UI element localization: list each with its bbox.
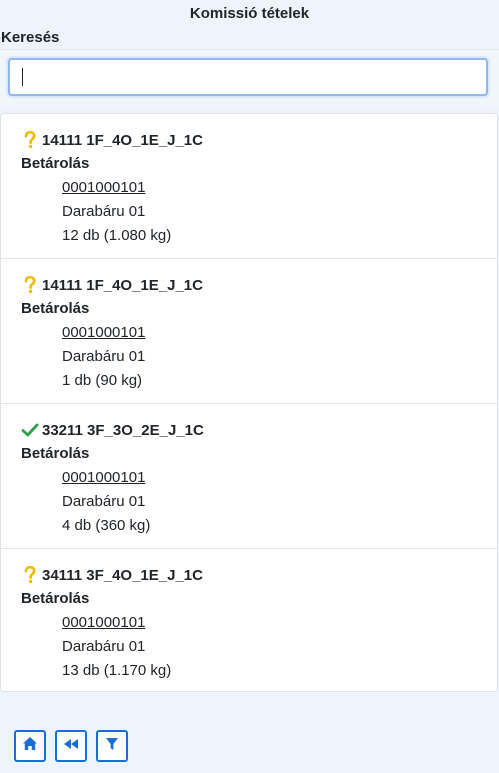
item-ref-link[interactable]: 0001000101 [62,469,145,486]
filter-icon [105,737,119,756]
item-code: 33211 3F_3O_2E_J_1C [42,421,204,439]
list-item[interactable]: 34111 3F_4O_1E_J_1C Betárolás 0001000101… [1,549,497,694]
item-quantity: 13 db (1.170 kg) [62,662,172,679]
item-code: 34111 3F_4O_1E_J_1C [42,566,203,584]
item-header: 14111 1F_4O_1E_J_1C [21,128,477,152]
question-icon [21,130,39,150]
page-title: Komissió tételek [189,5,310,22]
item-ref-link[interactable]: 0001000101 [62,179,145,196]
list-item[interactable]: 33211 3F_3O_2E_J_1C Betárolás 0001000101… [1,404,497,549]
bottom-toolbar [14,730,128,762]
item-ref-link[interactable]: 0001000101 [62,324,145,341]
search-label: Keresés [1,29,60,46]
home-icon [22,736,38,756]
list-item[interactable]: 14111 1F_4O_1E_J_1C Betárolás 0001000101… [1,259,497,404]
search-bar [0,49,499,106]
item-header: 34111 3F_4O_1E_J_1C [21,563,477,587]
question-icon [21,565,39,585]
question-icon [21,275,39,295]
item-type: Betárolás [21,155,90,172]
item-quantity: 12 db (1.080 kg) [62,227,172,244]
item-product: Darabáru 01 [62,638,146,655]
item-header: 33211 3F_3O_2E_J_1C [21,418,477,442]
home-button[interactable] [14,730,46,762]
item-product: Darabáru 01 [62,348,146,365]
item-code: 14111 1F_4O_1E_J_1C [42,276,203,294]
item-ref-link[interactable]: 0001000101 [62,614,145,631]
item-type: Betárolás [21,300,90,317]
item-product: Darabáru 01 [62,203,146,220]
filter-button[interactable] [96,730,128,762]
item-quantity: 1 db (90 kg) [62,372,143,389]
item-code: 14111 1F_4O_1E_J_1C [42,131,203,149]
search-input[interactable] [8,58,488,96]
item-list: 14111 1F_4O_1E_J_1C Betárolás 0001000101… [0,113,498,692]
back-button[interactable] [55,730,87,762]
text-caret [22,68,23,86]
check-icon [21,420,39,440]
item-header: 14111 1F_4O_1E_J_1C [21,273,477,297]
item-quantity: 4 db (360 kg) [62,517,151,534]
list-item[interactable]: 14111 1F_4O_1E_J_1C Betárolás 0001000101… [1,114,497,259]
backward-icon [63,737,79,755]
item-product: Darabáru 01 [62,493,146,510]
item-type: Betárolás [21,590,90,607]
item-type: Betárolás [21,445,90,462]
